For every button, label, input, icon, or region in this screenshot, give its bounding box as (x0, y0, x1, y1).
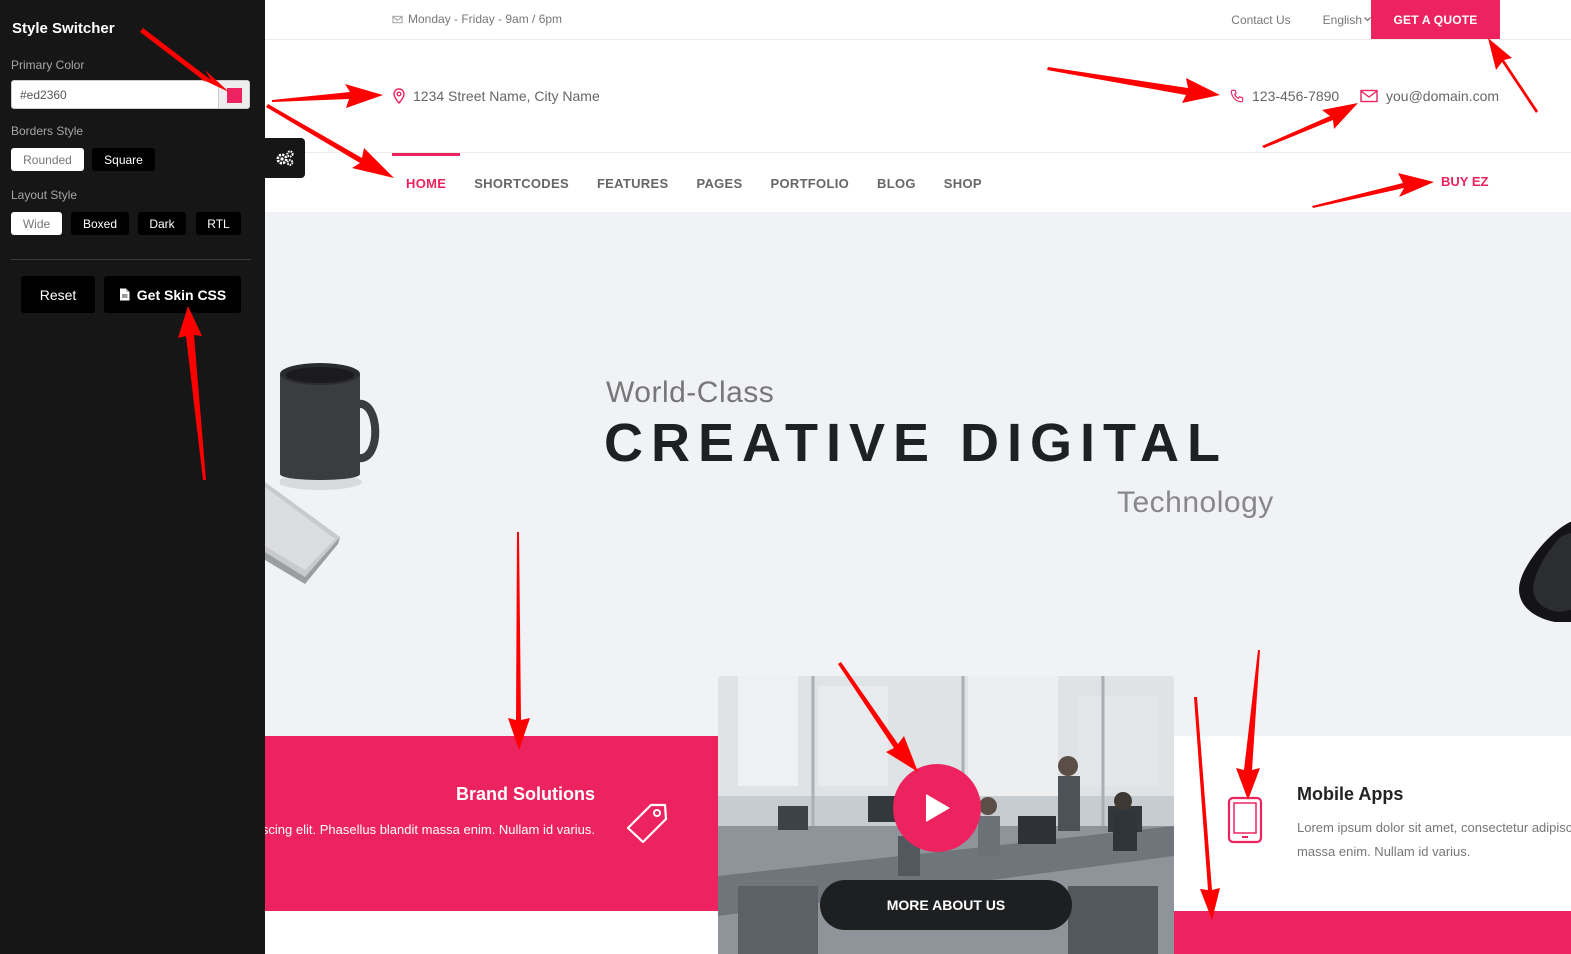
nav-item-shortcodes[interactable]: SHORTCODES (460, 154, 583, 212)
phone-text: 123-456-7890 (1252, 88, 1340, 104)
layout-boxed-option[interactable]: Boxed (71, 212, 129, 235)
address-text: 1234 Street Name, City Name (413, 88, 600, 104)
language-label: English (1322, 12, 1362, 27)
brand-solutions-text: Lorem ipsum dolor sit amet, consectetur … (265, 822, 595, 837)
play-icon (926, 794, 950, 822)
file-icon (119, 288, 130, 301)
layout-wide-option[interactable]: Wide (11, 212, 62, 235)
address: 1234 Street Name, City Name (392, 88, 600, 104)
layout-dark-option[interactable]: Dark (138, 212, 186, 235)
borders-square-option[interactable]: Square (92, 148, 155, 171)
brand-solutions-box: Brand Solutions Lorem ipsum dolor sit am… (265, 736, 718, 911)
map-pin-icon (393, 88, 405, 104)
play-video-button[interactable] (893, 764, 981, 852)
get-a-quote-button[interactable]: GET A QUOTE (1371, 0, 1500, 39)
style-switcher-toggle[interactable] (265, 138, 305, 178)
primary-color-input[interactable] (11, 80, 220, 109)
layout-rtl-option[interactable]: RTL (196, 212, 241, 235)
email-address[interactable]: you@domain.com (1360, 88, 1499, 104)
hero-subtitle: Technology (1117, 486, 1274, 519)
mobile-apps-text-line-2: massa enim. Nullam id varius. (1297, 844, 1471, 859)
get-skin-css-label: Get Skin CSS (136, 286, 227, 303)
gears-icon (276, 150, 294, 166)
nav-item-pages[interactable]: PAGES (682, 154, 756, 212)
nav-item-home[interactable]: HOME (392, 153, 461, 212)
envelope-icon (1360, 89, 1378, 103)
primary-color-label: Primary Color (11, 58, 85, 72)
nav-item-portfolio[interactable]: PORTFOLIO (757, 154, 864, 212)
mobile-apps-title: Mobile Apps (1297, 784, 1404, 804)
mobile-apps-accent-strip (1174, 911, 1571, 954)
email-text: you@domain.com (1386, 88, 1500, 104)
reset-button[interactable]: Reset (21, 276, 95, 313)
nav-item-blog[interactable]: BLOG (863, 154, 930, 212)
color-swatch (227, 88, 242, 103)
more-about-us-button[interactable]: MORE ABOUT US (820, 880, 1072, 930)
borders-style-label: Borders Style (11, 124, 84, 138)
nav-item-features[interactable]: FEATURES (583, 154, 683, 212)
borders-rounded-option[interactable]: Rounded (11, 148, 84, 171)
envelope-small-icon (392, 15, 403, 23)
hero-pretitle: World-Class (606, 376, 775, 409)
nav-items: HOME SHORTCODES FEATURES PAGES PORTFOLIO… (392, 153, 996, 212)
hero-title: CREATIVE DIGITAL (604, 413, 1228, 473)
switcher-divider (11, 259, 251, 260)
hours-text: Monday - Friday - 9am / 6pm (408, 12, 563, 26)
mobile-apps-text-line-1: Lorem ipsum dolor sit amet, consectetur … (1297, 820, 1571, 835)
style-switcher-panel: Style Switcher Primary Color Borders Sty… (0, 0, 265, 954)
phone-number[interactable]: 123-456-7890 (1230, 88, 1339, 104)
mug-image (280, 363, 380, 490)
business-hours: Monday - Friday - 9am / 6pm (392, 12, 562, 26)
brand-solutions-title: Brand Solutions (456, 784, 595, 804)
phone-icon (1230, 89, 1244, 103)
layout-style-label: Layout Style (11, 188, 78, 202)
buy-ez-link[interactable]: BUY EZ (1441, 174, 1488, 189)
chevron-down-icon (1364, 17, 1371, 22)
get-skin-css-button[interactable]: Get Skin CSS (104, 276, 241, 313)
contact-us-link[interactable]: Contact Us (1231, 13, 1290, 27)
nav-item-shop[interactable]: SHOP (930, 154, 996, 212)
tablet-icon (1227, 796, 1263, 844)
color-picker-button[interactable] (218, 80, 250, 109)
smartphone-image (1519, 522, 1571, 622)
language-dropdown[interactable]: English (1323, 13, 1371, 27)
price-tag-icon (626, 803, 668, 844)
style-switcher-title: Style Switcher (12, 20, 115, 37)
mobile-apps-text: Lorem ipsum dolor sit amet, consectetur … (1297, 816, 1571, 864)
